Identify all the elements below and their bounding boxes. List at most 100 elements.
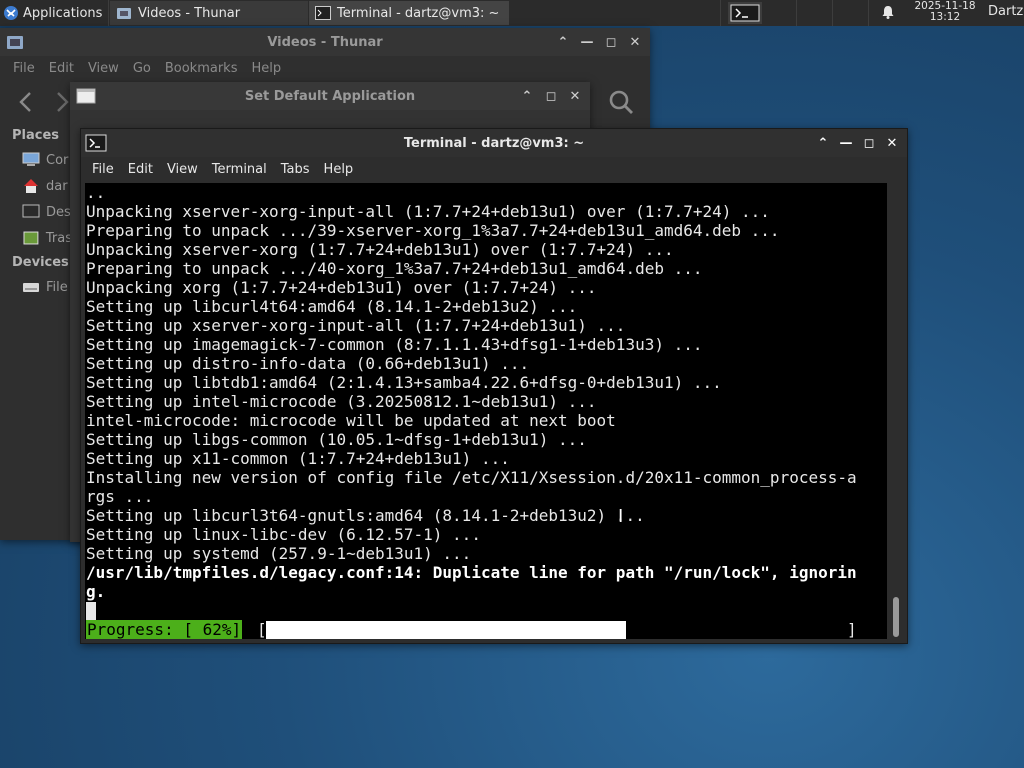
minimize-button[interactable]: — (839, 136, 853, 151)
terminal-icon (315, 6, 331, 20)
terminal-line: Setting up x11-common (1:7.7+24+deb13u1)… (86, 449, 510, 468)
user-menu[interactable]: Dartz (988, 4, 1023, 19)
forward-arrow-icon[interactable] (52, 90, 72, 118)
terminal-line: g. (86, 582, 106, 601)
panel-separator (720, 0, 721, 26)
terminal-line: intel-microcode: microcode will be updat… (86, 411, 616, 430)
minimize-button[interactable]: — (580, 35, 594, 50)
terminal-menubar: File Edit View Terminal Tabs Help (81, 157, 907, 181)
terminal-line: /usr/lib/tmpfiles.d/legacy.conf:14: Dupl… (86, 563, 857, 582)
sidebar-item-trash[interactable]: Tras (0, 225, 72, 251)
close-button[interactable]: ✕ (885, 136, 899, 151)
file-manager-icon (7, 36, 23, 49)
drive-icon (23, 283, 39, 292)
menu-edit[interactable]: Edit (42, 61, 81, 76)
menu-view[interactable]: View (81, 61, 126, 76)
terminal-line: Setting up intel-microcode (3.20250812.1… (86, 392, 597, 411)
progress-label: Progress: [ 62%] (86, 620, 243, 639)
taskbar-item-thunar[interactable]: Videos - Thunar (110, 1, 308, 25)
thunar-menubar: File Edit View Go Bookmarks Help (0, 56, 650, 80)
panel-separator (832, 0, 833, 26)
terminal-line: rgs ... (86, 487, 154, 506)
menu-file[interactable]: File (85, 162, 121, 177)
sidebar-item-computer[interactable]: Cor (0, 147, 72, 173)
apt-progress-bar: Progress: [ 62%] [ ] (85, 620, 887, 639)
sidebar-item-label: Des (46, 204, 71, 220)
progress-fill (266, 621, 626, 639)
terminal-output: .. Unpacking xserver-xorg-input-all (1:7… (86, 183, 857, 601)
terminal-line: Setting up libcurl3t64-gnutls:amd64 (8.1… (86, 506, 645, 525)
menu-help[interactable]: Help (317, 162, 361, 177)
thunar-sidebar: Places Cor dar Des Tras Devices File (0, 124, 72, 300)
maximize-button[interactable]: ◻ (544, 89, 558, 104)
taskbar-item-label: Terminal - dartz@vm3: ~ (337, 5, 500, 21)
sidebar-item-desktop[interactable]: Des (0, 199, 72, 225)
sidebar-item-filesystem[interactable]: File (0, 274, 72, 300)
terminal-line: Setting up distro-info-data (0.66+deb13u… (86, 354, 530, 373)
terminal-screen[interactable]: .. Unpacking xserver-xorg-input-all (1:7… (85, 183, 887, 639)
computer-icon (22, 152, 40, 166)
menu-help[interactable]: Help (244, 61, 288, 76)
panel-separator (868, 0, 869, 26)
close-button[interactable]: ✕ (628, 35, 642, 50)
menu-bookmarks[interactable]: Bookmarks (158, 61, 245, 76)
terminal-titlebar[interactable]: Terminal - dartz@vm3: ~ ⌃ — ◻ ✕ (81, 129, 907, 157)
maximize-up-icon[interactable]: ⌃ (816, 136, 830, 151)
terminal-line: Unpacking xserver-xorg-input-all (1:7.7+… (86, 202, 770, 221)
menu-tabs[interactable]: Tabs (274, 162, 317, 177)
terminal-line: Setting up libgs-common (10.05.1~dfsg-1+… (86, 430, 587, 449)
terminal-line: Setting up xserver-xorg-input-all (1:7.7… (86, 316, 626, 335)
terminal-line: Setting up libtdb1:amd64 (2:1.4.13+samba… (86, 373, 722, 392)
search-icon[interactable] (608, 89, 634, 119)
maximize-up-icon[interactable]: ⌃ (556, 35, 570, 50)
terminal-line: Setting up imagemagick-7-common (8:7.1.1… (86, 335, 703, 354)
sidebar-item-label: Cor (46, 152, 69, 168)
menu-go[interactable]: Go (126, 61, 158, 76)
sidebar-item-home[interactable]: dar (0, 173, 72, 199)
terminal-icon (730, 4, 760, 22)
menu-terminal[interactable]: Terminal (205, 162, 274, 177)
panel-separator (108, 0, 109, 26)
terminal-cursor (86, 602, 96, 621)
progress-close-bracket: ] (847, 620, 857, 639)
taskbar-item-label: Videos - Thunar (138, 5, 241, 21)
applications-label: Applications (23, 5, 103, 21)
places-header: Places (12, 128, 60, 143)
terminal-line: Installing new version of config file /e… (86, 468, 857, 487)
applications-menu-button[interactable]: Applications (0, 0, 108, 26)
menu-file[interactable]: File (6, 61, 42, 76)
menu-edit[interactable]: Edit (121, 162, 160, 177)
terminal-launcher-button[interactable] (728, 2, 762, 24)
home-icon (24, 179, 38, 193)
panel-separator (796, 0, 797, 26)
terminal-icon (85, 134, 107, 152)
terminal-line: Preparing to unpack .../40-xorg_1%3a7.7+… (86, 259, 703, 278)
dialog-titlebar[interactable]: Set Default Application ⌃ ◻ ✕ (70, 82, 590, 110)
terminal-window: Terminal - dartz@vm3: ~ ⌃ — ◻ ✕ File Edi… (80, 128, 908, 644)
devices-header: Devices (12, 255, 69, 270)
sidebar-item-label: File (46, 279, 68, 295)
xfce-logo-icon (4, 6, 18, 20)
terminal-line: Setting up libcurl4t64:amd64 (8.14.1-2+d… (86, 297, 578, 316)
back-arrow-icon[interactable] (16, 90, 36, 118)
folder-icon (117, 8, 131, 19)
panel-clock[interactable]: 2025-11-18 13:12 (904, 1, 986, 23)
notification-bell-icon[interactable] (880, 4, 896, 24)
terminal-line: Preparing to unpack .../39-xserver-xorg_… (86, 221, 780, 240)
terminal-line: Setting up linux-libc-dev (6.12.57-1) ..… (86, 525, 481, 544)
maximize-button[interactable]: ◻ (604, 35, 618, 50)
maximize-up-icon[interactable]: ⌃ (520, 89, 534, 104)
terminal-scrollbar[interactable] (889, 183, 903, 639)
terminal-line: Setting up systemd (257.9-1~deb13u1) ... (86, 544, 472, 563)
top-panel: Applications Videos - Thunar Terminal - … (0, 0, 1024, 26)
maximize-button[interactable]: ◻ (862, 136, 876, 151)
close-button[interactable]: ✕ (568, 89, 582, 104)
menu-view[interactable]: View (160, 162, 205, 177)
taskbar-item-terminal[interactable]: Terminal - dartz@vm3: ~ (309, 1, 509, 25)
sidebar-item-label: dar (46, 178, 68, 194)
trash-icon (23, 231, 39, 245)
terminal-line: Unpacking xorg (1:7.7+24+deb13u1) over (… (86, 278, 597, 297)
scrollbar-thumb[interactable] (893, 597, 899, 637)
thunar-titlebar[interactable]: Videos - Thunar ⌃ — ◻ ✕ (0, 28, 650, 56)
window-title: Videos - Thunar (267, 34, 383, 50)
